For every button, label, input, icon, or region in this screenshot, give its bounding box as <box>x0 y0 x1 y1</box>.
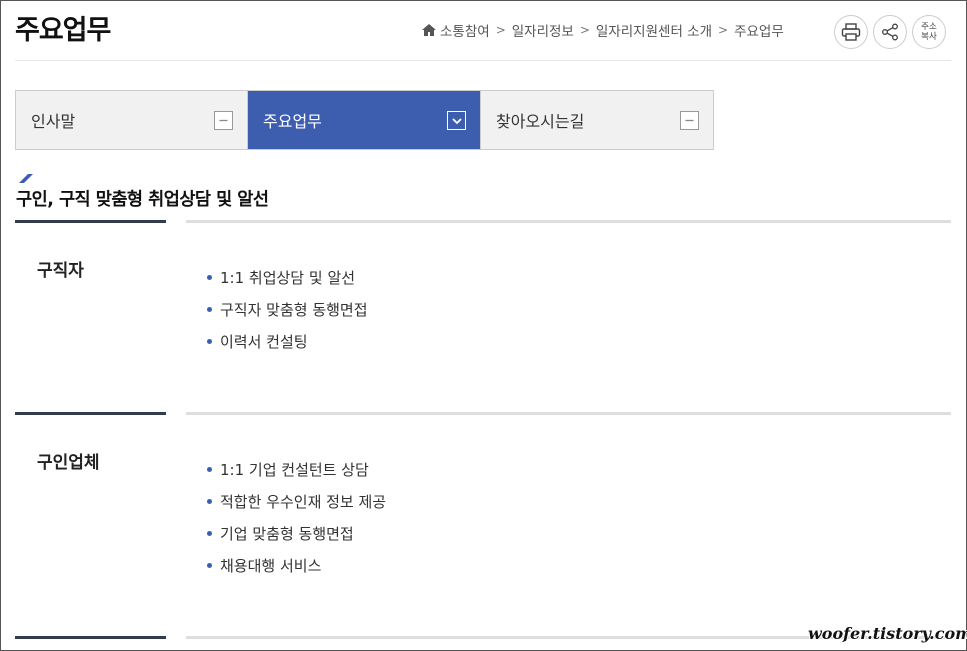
page-tools: 주소 복사 <box>834 15 951 49</box>
list-item: 1:1 기업 컨설턴트 상담 <box>207 453 386 485</box>
copy-url-button[interactable]: 주소 복사 <box>912 15 946 49</box>
list-item: 기업 맞춤형 동행면접 <box>207 517 386 549</box>
breadcrumb: 소통참여 > 일자리정보 > 일자리지원센터 소개 > 주요업무 <box>421 20 784 40</box>
copy-url-label: 주소 복사 <box>921 22 937 42</box>
share-button[interactable] <box>873 15 907 49</box>
chevron-right-icon: > <box>495 23 506 37</box>
breadcrumb-item-current: 주요업무 <box>734 24 784 40</box>
list-item-text: 1:1 기업 컨설턴트 상담 <box>220 460 369 479</box>
minus-icon <box>680 111 699 130</box>
header-divider <box>15 60 951 61</box>
row-divider-dark <box>15 636 166 639</box>
row-divider-light <box>186 412 951 415</box>
print-icon <box>841 23 861 41</box>
bullet-icon <box>207 338 212 344</box>
watermark-text: woofer.tistory.com <box>808 624 967 643</box>
list-item: 이력서 컨설팅 <box>207 325 368 357</box>
print-button[interactable] <box>834 15 868 49</box>
tab-greeting[interactable]: 인사말 <box>16 91 247 149</box>
list-item-text: 적합한 우수인재 정보 제공 <box>220 492 387 511</box>
bullet-icon <box>207 466 212 472</box>
bullet-icon <box>207 498 212 504</box>
chevron-down-icon <box>447 111 466 130</box>
row-divider-dark <box>15 412 166 415</box>
row-divider-light <box>186 220 951 223</box>
minus-icon <box>214 111 233 130</box>
bullet-icon <box>207 530 212 536</box>
tab-label: 찾아오시는길 <box>496 112 585 131</box>
section-mark-icon <box>19 174 33 183</box>
list-item-text: 1:1 취업상담 및 알선 <box>220 268 356 287</box>
list-item: 채용대행 서비스 <box>207 549 386 581</box>
row-divider-dark <box>15 220 166 223</box>
list-item-text: 채용대행 서비스 <box>220 556 322 575</box>
share-icon <box>882 23 898 41</box>
copy-url-label-line1: 주소 <box>921 22 937 32</box>
tab-directions[interactable]: 찾아오시는길 <box>480 91 713 149</box>
page-title: 주요업무 <box>15 15 111 46</box>
bullet-icon <box>207 306 212 312</box>
row-label-job-seeker: 구직자 <box>37 261 84 281</box>
tab-menu: 인사말 주요업무 찾아오시는길 <box>15 90 714 150</box>
breadcrumb-item-job-info[interactable]: 일자리정보 <box>512 20 574 40</box>
bullet-icon <box>207 274 212 280</box>
section-title: 구인, 구직 맞춤형 취업상담 및 알선 <box>16 190 269 210</box>
job-seeker-list: 1:1 취업상담 및 알선 구직자 맞춤형 동행면접 이력서 컨설팅 <box>207 261 368 357</box>
bullet-icon <box>207 562 212 568</box>
copy-url-label-line2: 복사 <box>921 32 937 42</box>
employer-list: 1:1 기업 컨설턴트 상담 적합한 우수인재 정보 제공 기업 맞춤형 동행면… <box>207 453 386 581</box>
chevron-right-icon: > <box>579 23 590 37</box>
tab-label: 인사말 <box>31 112 76 131</box>
tab-main-work[interactable]: 주요업무 <box>247 91 480 149</box>
row-label-employer: 구인업체 <box>37 453 100 473</box>
breadcrumb-item-center-intro[interactable]: 일자리지원센터 소개 <box>596 20 712 40</box>
tab-label: 주요업무 <box>263 112 322 131</box>
list-item: 적합한 우수인재 정보 제공 <box>207 485 386 517</box>
list-item-text: 이력서 컨설팅 <box>220 332 308 351</box>
chevron-right-icon: > <box>718 23 729 37</box>
list-item-text: 구직자 맞춤형 동행면접 <box>220 300 368 319</box>
home-icon[interactable] <box>421 23 437 37</box>
list-item: 1:1 취업상담 및 알선 <box>207 261 368 293</box>
list-item-text: 기업 맞춤형 동행면접 <box>220 524 354 543</box>
breadcrumb-item-communication[interactable]: 소통참여 <box>440 20 490 40</box>
list-item: 구직자 맞춤형 동행면접 <box>207 293 368 325</box>
